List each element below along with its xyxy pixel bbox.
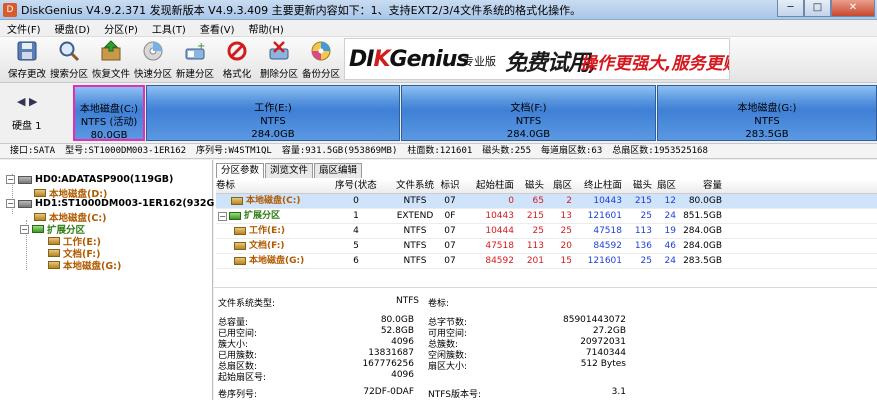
- diskgenius-logo: DIKGenius: [349, 47, 469, 72]
- tab-partition-params[interactable]: 分区参数: [216, 163, 265, 178]
- free-space-value: 27.2GB: [592, 326, 626, 336]
- delete-partition-button[interactable]: 删除分区: [255, 40, 303, 80]
- hard-disk-icon: [18, 199, 32, 208]
- partition-icon: [234, 242, 246, 250]
- cluster-size-value: 4096: [391, 337, 414, 347]
- save-icon: [16, 40, 38, 62]
- close-button[interactable]: ✕: [831, 0, 875, 17]
- tab-bar: 分区参数 浏览文件 扇区编辑: [216, 163, 363, 178]
- menu-bar: 文件(F) 硬盘(D) 分区(P) 工具(T) 查看(V) 帮助(H): [0, 20, 877, 37]
- hard-disk-icon: [18, 175, 32, 184]
- collapse-icon[interactable]: −: [6, 199, 15, 208]
- magnifier-icon: [58, 40, 80, 62]
- volume-serial-label: 卷序列号:: [218, 390, 258, 400]
- window-title: DiskGenius V4.9.2.371 发现新版本 V4.9.3.409 主…: [21, 3, 582, 17]
- partition-block-e[interactable]: 工作(E:) NTFS 284.0GB: [146, 85, 400, 141]
- disk-map: ◀ ▶ 硬盘 1 本地磁盘(C:) NTFS (活动) 80.0GB 工作(E:) N…: [0, 83, 877, 143]
- partition-table: 卷标 序号(状态) 文件系统 标识 起始柱面 磁头 扇区 终止柱面 磁头 扇区 …: [216, 179, 877, 269]
- partition-icon: [48, 249, 60, 257]
- new-partition-icon: +: [184, 40, 206, 62]
- partition-icon: [48, 261, 60, 269]
- toolbar: 保存更改 搜索分区 恢复文件 快速分区 + 新建分区 格式化 删除分区 备份分区…: [0, 37, 877, 83]
- divider: [214, 287, 877, 288]
- minimize-button[interactable]: ─: [777, 0, 804, 17]
- start-sector-label: 起始扇区号:: [218, 373, 267, 383]
- collapse-icon[interactable]: −: [218, 211, 227, 221]
- partition-icon: [34, 213, 46, 221]
- volume-serial-value: 72DF-0DAF: [363, 387, 414, 397]
- sector-size-label: 扇区大小:: [428, 362, 468, 372]
- tree-partition-g[interactable]: 本地磁盘(G:): [48, 258, 121, 272]
- total-capacity-value: 80.0GB: [380, 315, 414, 325]
- partition-icon: [32, 225, 44, 233]
- format-button[interactable]: 格式化: [213, 40, 261, 80]
- table-row[interactable]: 本地磁盘(C:) 0 NTFS 07 0 65 2 10443 215 12 8…: [216, 194, 877, 209]
- partition-icon: [234, 227, 246, 235]
- total-clusters-value: 20972031: [580, 337, 626, 347]
- free-clusters-value: 7140344: [585, 348, 626, 358]
- collapse-icon[interactable]: −: [20, 224, 29, 234]
- delete-icon: [268, 40, 290, 62]
- table-row[interactable]: − 扩展分区 1 EXTEND 0F 10443 215 13 121601 25…: [216, 209, 877, 224]
- sector-size-value: 512 Bytes: [580, 359, 626, 369]
- disk-tree: − HD0:ADATASP900(119GB) 本地磁盘(D:) − HD1:ST1…: [0, 160, 226, 400]
- menu-disk[interactable]: 硬盘(D): [48, 21, 98, 36]
- partition-icon: [229, 212, 241, 220]
- total-bytes-value: 85901443072: [563, 315, 626, 325]
- recover-files-button[interactable]: 恢复文件: [87, 40, 135, 80]
- menu-tools[interactable]: 工具(T): [145, 21, 193, 36]
- disk-info-bar: 接口:SATA 型号:ST1000DM003-1ER162 序列号:W4STM1QL…: [0, 143, 877, 159]
- start-sector-value: 4096: [391, 370, 414, 380]
- partition-details-pane: 分区参数 浏览文件 扇区编辑 卷标 序号(状态) 文件系统 标识 起始柱面 磁头…: [214, 160, 877, 400]
- disk-nav-arrows[interactable]: ◀ ▶: [17, 95, 37, 108]
- tree-disk-hd1[interactable]: − HD1:ST1000DM003-1ER162(932GB): [6, 198, 226, 209]
- partition-icon: [234, 257, 246, 265]
- ntfs-version-value: 3.1: [611, 387, 626, 397]
- partition-icon: [48, 237, 60, 245]
- search-partition-button[interactable]: 搜索分区: [45, 40, 93, 80]
- recover-icon: [100, 40, 122, 62]
- advertisement-banner[interactable]: DIKGenius 专业版 免费试用, 操作更强大,服务更贴心: [344, 38, 730, 80]
- title-bar: D DiskGenius V4.9.2.371 发现新版本 V4.9.3.409…: [0, 0, 877, 20]
- save-changes-button[interactable]: 保存更改: [3, 40, 51, 80]
- menu-file[interactable]: 文件(F): [0, 21, 48, 36]
- menu-view[interactable]: 查看(V): [193, 21, 242, 36]
- disk-label: 硬盘 1: [12, 121, 42, 132]
- table-header: 卷标 序号(状态) 文件系统 标识 起始柱面 磁头 扇区 终止柱面 磁头 扇区 …: [216, 179, 877, 194]
- tree-disk-hd0[interactable]: − HD0:ADATASP900(119GB): [6, 174, 173, 185]
- table-row[interactable]: 本地磁盘(G:) 6 NTFS 07 84592 201 15 121601 2…: [216, 254, 877, 269]
- used-space-value: 52.8GB: [380, 326, 414, 336]
- tab-browse-files[interactable]: 浏览文件: [265, 163, 314, 178]
- total-sectors-value: 167776256: [362, 359, 414, 369]
- quick-partition-button[interactable]: 快速分区: [129, 40, 177, 80]
- used-clusters-value: 13831687: [368, 348, 414, 358]
- tab-sector-editor[interactable]: 扇区编辑: [314, 163, 363, 178]
- svg-text:+: +: [197, 41, 205, 52]
- backup-icon: [310, 40, 332, 62]
- menu-help[interactable]: 帮助(H): [242, 21, 291, 36]
- fs-type-value: NTFS: [396, 296, 419, 306]
- volume-label-label: 卷标:: [428, 299, 450, 309]
- table-row[interactable]: 工作(E:) 4 NTFS 07 10444 25 25 47518 113 1…: [216, 224, 877, 239]
- ntfs-version-label: NTFS版本号:: [428, 390, 481, 400]
- partition-block-g[interactable]: 本地磁盘(G:) NTFS 283.5GB: [657, 85, 877, 141]
- fs-type-label: 文件系统类型:: [218, 299, 276, 309]
- menu-partition[interactable]: 分区(P): [97, 21, 145, 36]
- window-controls: ─ □ ✕: [777, 0, 875, 17]
- partition-block-c[interactable]: 本地磁盘(C:) NTFS (活动) 80.0GB: [73, 85, 145, 141]
- new-partition-button[interactable]: + 新建分区: [171, 40, 219, 80]
- disc-icon: [142, 40, 164, 62]
- maximize-button[interactable]: □: [804, 0, 831, 17]
- partition-icon: [34, 189, 46, 197]
- format-icon: [226, 40, 248, 62]
- app-icon: D: [3, 2, 17, 17]
- edition-label: 专业版: [463, 55, 496, 68]
- collapse-icon[interactable]: −: [6, 175, 15, 184]
- table-row[interactable]: 文档(F:) 5 NTFS 07 47518 113 20 84592 136 …: [216, 239, 877, 254]
- partition-icon: [231, 197, 243, 205]
- ad-slogan-text: 操作更强大,服务更贴心: [580, 54, 729, 74]
- backup-partition-button[interactable]: 备份分区: [297, 40, 345, 80]
- partition-block-f[interactable]: 文档(F:) NTFS 284.0GB: [401, 85, 656, 141]
